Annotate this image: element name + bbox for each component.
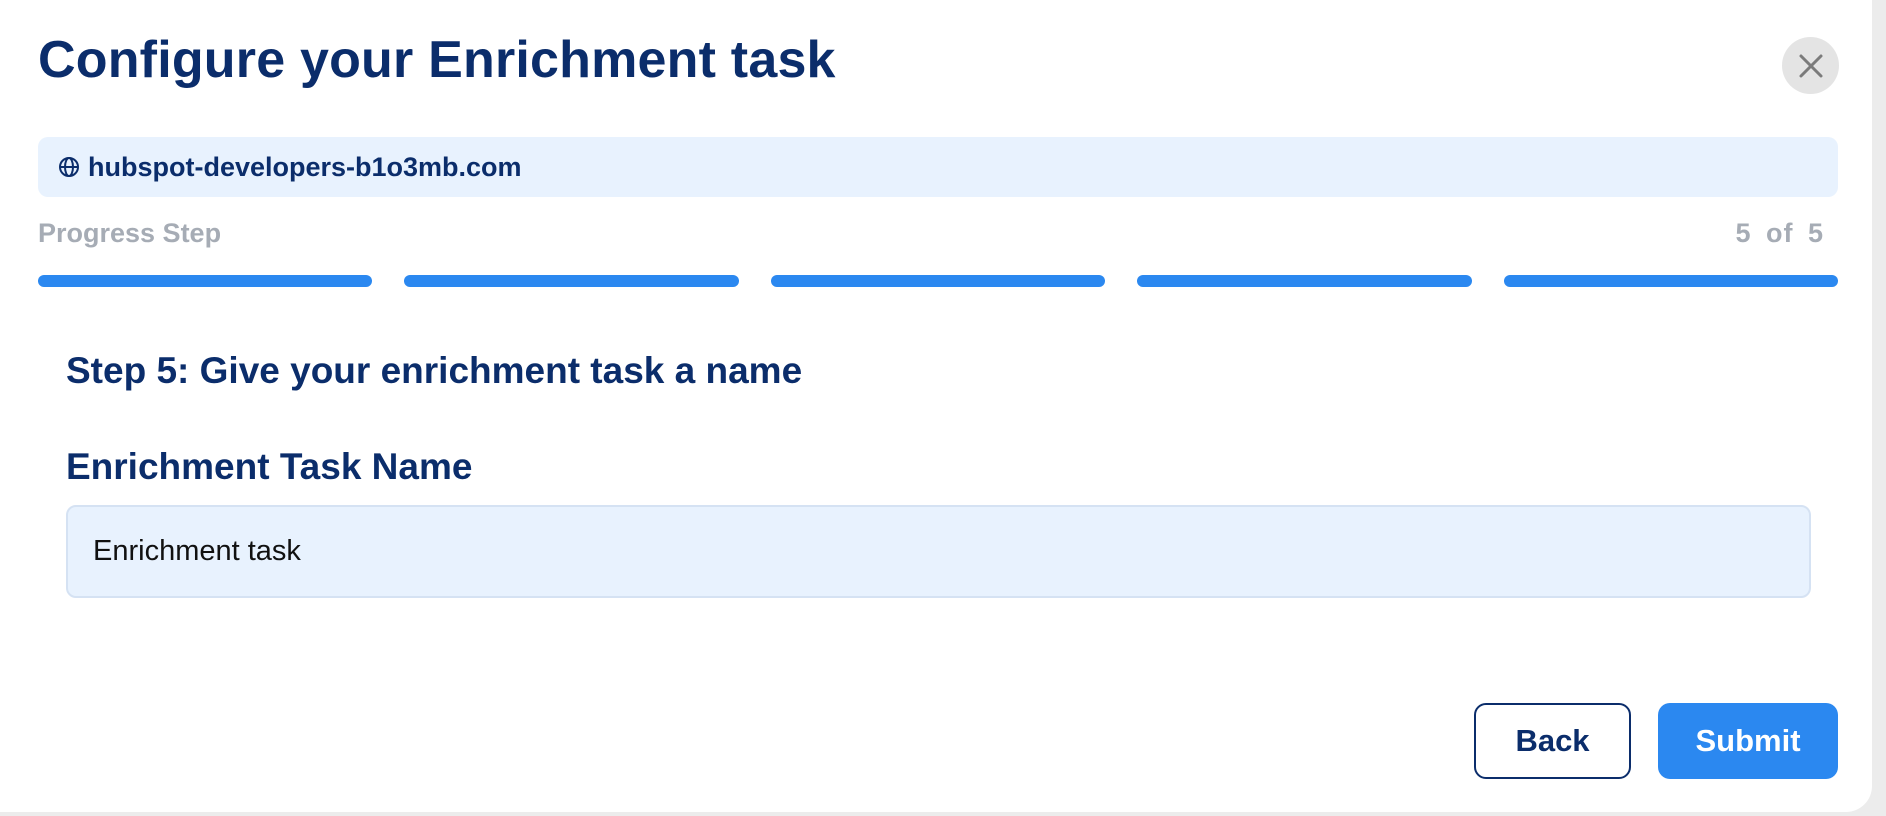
back-button[interactable]: Back: [1474, 703, 1631, 779]
progress-segment-3: [770, 275, 1106, 287]
progress-segment-4: [1137, 275, 1472, 287]
close-icon: [1799, 54, 1822, 77]
progress-label: Progress Step: [38, 218, 222, 248]
configure-task-modal: Configure your Enrichment task hubspot-d…: [0, 0, 1872, 812]
task-name-input[interactable]: [66, 505, 1811, 598]
progress-segment-5: [1503, 275, 1839, 287]
modal-title: Configure your Enrichment task: [38, 31, 836, 89]
task-name-label: Enrichment Task Name: [66, 446, 473, 487]
progress-segment-2: [404, 275, 739, 287]
progress-segment-1: [38, 275, 373, 287]
domain-name: hubspot-developers-b1o3mb.com: [88, 151, 522, 182]
domain-bar: hubspot-developers-b1o3mb.com: [38, 137, 1838, 197]
progress-bar: [38, 275, 1839, 287]
globe-icon: [58, 156, 80, 178]
submit-button[interactable]: Submit: [1658, 703, 1838, 779]
progress-count: 5 of 5: [1735, 218, 1824, 248]
step-title: Step 5: Give your enrichment task a name: [66, 350, 803, 391]
close-button[interactable]: [1782, 37, 1839, 94]
